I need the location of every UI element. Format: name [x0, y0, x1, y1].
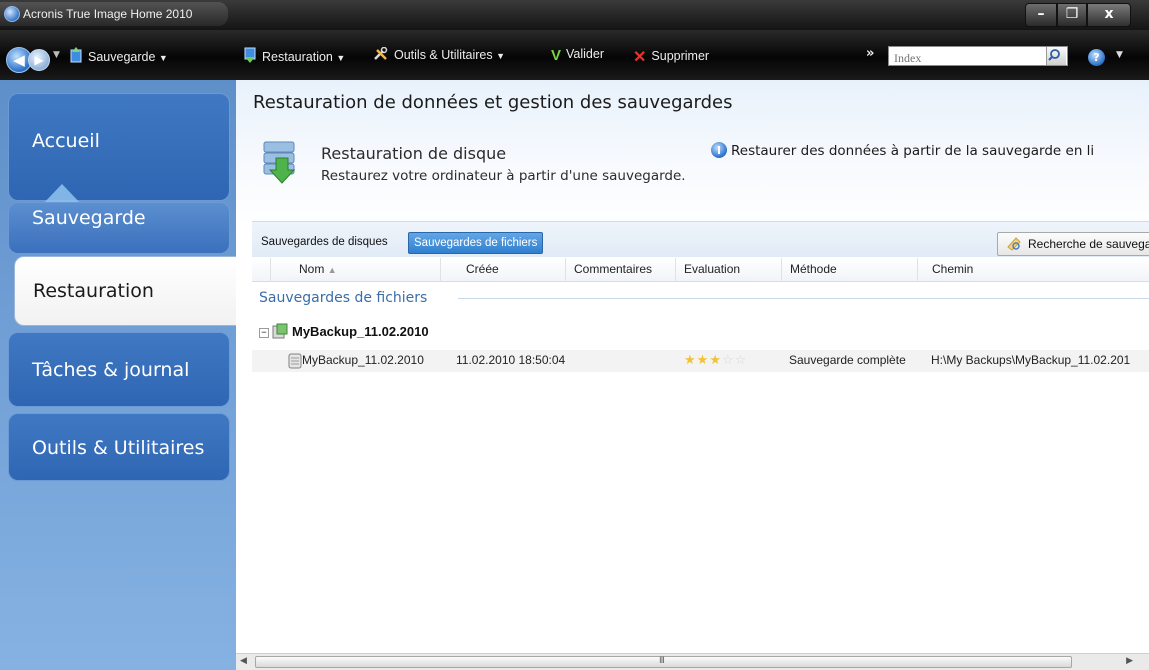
- tools-menu[interactable]: Outils & Utilitaires ▼: [373, 47, 505, 62]
- tools-icon: [374, 47, 388, 60]
- column-headers: Nom ▲ Créée Commentaires Evaluation Méth…: [252, 258, 1149, 282]
- acronis-app-icon: [4, 6, 20, 22]
- column-name-label: Nom: [299, 262, 325, 276]
- index-search-input[interactable]: [889, 49, 1039, 68]
- group-label-file-backups: Sauvegardes de fichiers: [259, 290, 428, 306]
- chevron-down-icon: ▼: [158, 53, 168, 63]
- search-button[interactable]: [1046, 47, 1066, 65]
- rating-stars[interactable]: ★★★☆☆: [684, 353, 747, 368]
- toolbar-overflow-icon[interactable]: »: [866, 46, 874, 61]
- row-created: 11.02.2010 18:50:04: [456, 353, 566, 367]
- index-search-box: [888, 46, 1068, 68]
- sidebar-item-backup[interactable]: Sauvegarde: [8, 202, 230, 254]
- star-filled-icon: ★: [696, 353, 710, 368]
- column-rating[interactable]: Evaluation: [675, 258, 781, 282]
- scrollbar-grip-icon: III: [659, 656, 665, 666]
- page-title: Restauration de données et gestion des s…: [253, 92, 733, 113]
- sidebar-item-label: Tâches & journal: [32, 359, 190, 381]
- minimize-button[interactable]: –: [1025, 3, 1057, 27]
- star-filled-icon: ★: [709, 353, 722, 368]
- forward-arrow-icon[interactable]: ▶: [28, 49, 50, 71]
- checkmark-icon: V: [551, 47, 562, 64]
- window-title: Acronis True Image Home 2010: [23, 7, 193, 21]
- star-empty-icon: ☆: [734, 353, 748, 368]
- sidebar-item-label: Outils & Utilitaires: [32, 437, 205, 459]
- tab-file-backups[interactable]: Sauvegardes de fichiers: [408, 232, 544, 254]
- column-method[interactable]: Méthode: [781, 258, 917, 282]
- tree-node-backup-name[interactable]: MyBackup_11.02.2010: [292, 324, 429, 339]
- history-dropdown-icon[interactable]: ▼: [53, 50, 60, 60]
- help-icon[interactable]: ?: [1088, 49, 1105, 66]
- tools-menu-label: Outils & Utilitaires: [394, 48, 493, 62]
- restore-menu[interactable]: Restauration ▼: [243, 47, 345, 64]
- main-content: Restauration de données et gestion des s…: [236, 80, 1149, 670]
- table-row[interactable]: MyBackup_11.02.2010 11.02.2010 18:50:04 …: [252, 350, 1149, 372]
- collapse-toggle-icon[interactable]: −: [259, 328, 269, 338]
- delete-label: Supprimer: [651, 49, 710, 63]
- sidebar-item-restore[interactable]: Restauration: [14, 256, 242, 326]
- column-created[interactable]: Créée: [440, 258, 560, 282]
- row-path: H:\My Backups\MyBackup_11.02.201: [931, 353, 1131, 367]
- sidebar-item-label: Sauvegarde: [32, 207, 146, 229]
- row-name: MyBackup_11.02.2010: [302, 353, 424, 367]
- disk-restore-title[interactable]: Restauration de disque: [321, 144, 506, 163]
- horizontal-scrollbar[interactable]: ◀ III ▶: [236, 653, 1149, 670]
- star-empty-icon: ☆: [721, 353, 735, 368]
- red-x-icon: ✕: [633, 49, 647, 66]
- scroll-right-icon[interactable]: ▶: [1126, 656, 1133, 666]
- row-method: Sauvegarde complète: [789, 353, 906, 367]
- star-filled-icon: ★: [684, 353, 697, 368]
- sidebar-item-tools[interactable]: Outils & Utilitaires: [8, 413, 230, 481]
- sort-ascending-icon: ▲: [327, 265, 337, 275]
- maximize-button[interactable]: ❐: [1057, 3, 1087, 27]
- validate-label: Valider: [566, 47, 604, 61]
- scrollbar-thumb[interactable]: III: [255, 656, 1072, 668]
- validate-button[interactable]: V Valider: [551, 47, 604, 64]
- sidebar-item-label: Accueil: [32, 130, 100, 152]
- scroll-left-icon[interactable]: ◀: [240, 656, 247, 666]
- tab-disk-backups[interactable]: Sauvegardes de disques: [256, 232, 393, 254]
- chevron-down-icon: ▼: [496, 51, 506, 61]
- restore-link-label: Restaurer des données à partir de la sau…: [731, 143, 1095, 159]
- sidebar: Accueil Sauvegarde Restauration Tâches &…: [0, 80, 242, 670]
- backup-icon: [70, 47, 82, 63]
- column-comments[interactable]: Commentaires: [565, 258, 675, 282]
- search-icon: [1048, 49, 1060, 61]
- backup-tabs: Sauvegardes de disques Sauvegardes de fi…: [252, 221, 1149, 257]
- disk-restore-description: Restaurez votre ordinateur à partir d'un…: [321, 168, 686, 184]
- backup-menu-label: Sauvegarde: [88, 50, 156, 64]
- magnifier-icon: [1007, 237, 1021, 251]
- close-button[interactable]: x: [1087, 3, 1131, 27]
- chevron-down-icon: ▼: [336, 53, 346, 63]
- search-backups-button[interactable]: Recherche de sauvegar: [997, 232, 1149, 256]
- title-bar: Acronis True Image Home 2010 – ❐ x: [0, 0, 1149, 30]
- backup-file-icon: [288, 353, 302, 369]
- disk-restore-icon[interactable]: [260, 138, 302, 184]
- group-divider: [458, 298, 1149, 299]
- backup-archive-icon: [272, 323, 288, 339]
- delete-button[interactable]: ✕ Supprimer: [633, 47, 709, 67]
- info-icon: [711, 142, 727, 158]
- sidebar-item-label: Restauration: [33, 280, 154, 302]
- restore-icon: [244, 47, 256, 63]
- column-name[interactable]: Nom ▲: [270, 258, 440, 282]
- search-backups-label: Recherche de sauvegar: [1028, 237, 1149, 251]
- chevron-down-icon[interactable]: ▼: [1116, 50, 1123, 60]
- toolbar: ◀ ▶ ▼ Sauvegarde ▼ Restauration ▼ Outils…: [0, 30, 1149, 80]
- sidebar-item-tasks-log[interactable]: Tâches & journal: [8, 332, 230, 407]
- column-path[interactable]: Chemin: [917, 258, 1149, 282]
- restore-from-backup-link[interactable]: Restaurer des données à partir de la sau…: [711, 142, 1094, 159]
- backup-menu[interactable]: Sauvegarde ▼: [69, 47, 168, 64]
- restore-menu-label: Restauration: [262, 50, 333, 64]
